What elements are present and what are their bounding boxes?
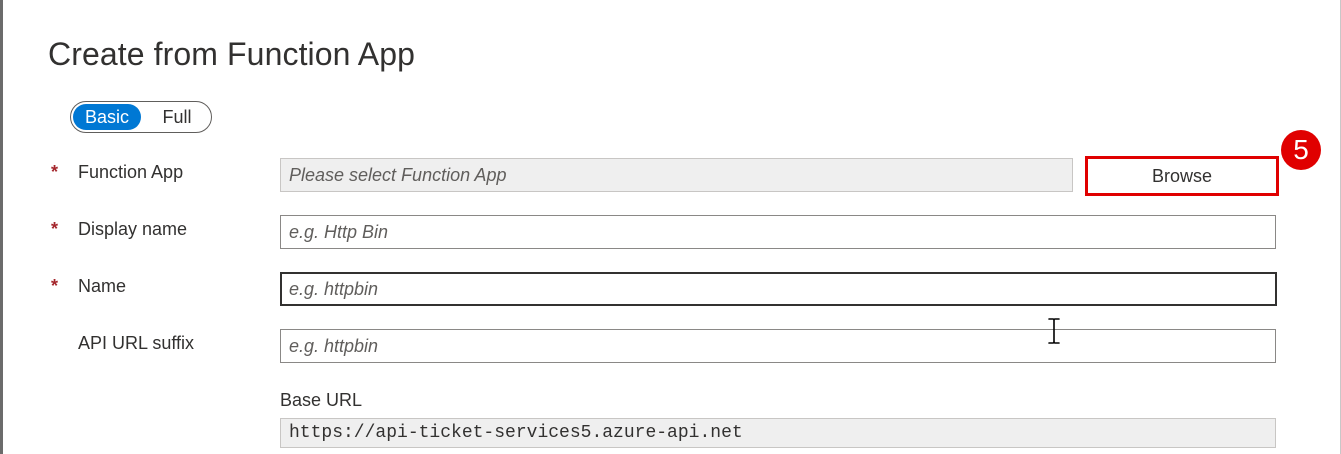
required-marker: * — [51, 276, 59, 296]
base-url-value: https://api-ticket-services5.azure-api.n… — [280, 418, 1276, 448]
name-input[interactable] — [280, 272, 1277, 306]
api-url-suffix-input[interactable] — [280, 329, 1276, 363]
base-url-label: Base URL — [280, 390, 363, 410]
basic-full-toggle[interactable]: Basic Full — [70, 101, 212, 133]
create-from-function-app-panel: Create from Function App Basic Full * Fu… — [0, 0, 1341, 454]
name-label: Name — [78, 276, 127, 296]
display-name-label: Display name — [78, 219, 188, 239]
step-number-badge: 5 — [1281, 130, 1321, 170]
display-name-input[interactable] — [280, 215, 1276, 249]
text-ibeam-cursor-icon — [1048, 318, 1060, 344]
browse-button[interactable]: Browse — [1085, 156, 1279, 196]
api-url-suffix-label: API URL suffix — [78, 333, 195, 353]
function-app-label: Function App — [78, 162, 184, 182]
function-app-input[interactable] — [280, 158, 1073, 192]
panel-left-border — [0, 0, 3, 454]
toggle-option-basic[interactable]: Basic — [73, 104, 141, 130]
toggle-option-full[interactable]: Full — [145, 104, 209, 130]
required-marker: * — [51, 162, 59, 182]
required-marker: * — [51, 219, 59, 239]
page-title: Create from Function App — [48, 36, 416, 72]
